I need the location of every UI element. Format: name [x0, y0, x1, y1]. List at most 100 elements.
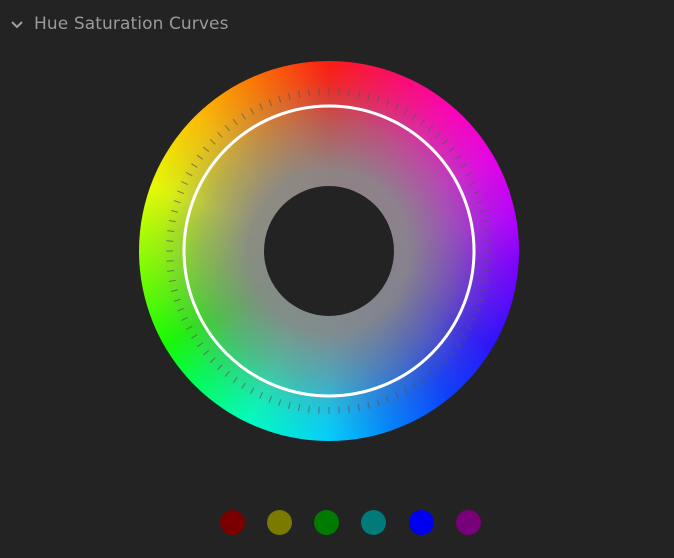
tick-mark: [435, 131, 441, 138]
tick-mark: [357, 90, 361, 98]
tick-mark: [376, 95, 380, 103]
tick-mark: [287, 401, 291, 410]
tick-mark: [308, 89, 310, 97]
tick-mark: [465, 172, 473, 177]
tick-mark: [173, 298, 181, 302]
tick-mark: [412, 113, 417, 120]
tick-mark: [241, 113, 246, 120]
tick-mark: [412, 382, 417, 389]
tick-mark: [469, 181, 477, 186]
tick-mark: [250, 387, 255, 395]
tick-mark: [403, 387, 408, 395]
tick-mark: [403, 107, 408, 115]
tick-mark: [209, 357, 216, 363]
tick-mark: [191, 334, 198, 339]
tick-mark: [232, 376, 238, 384]
swatch-green[interactable]: [314, 510, 339, 535]
tick-mark: [483, 230, 491, 232]
tick-mark: [460, 163, 467, 168]
tick-mark: [482, 279, 490, 283]
tick-mark: [348, 405, 350, 413]
tick-mark: [448, 350, 455, 356]
tick-mark: [479, 289, 488, 293]
hue-saturation-wheel[interactable]: [139, 61, 519, 441]
tick-mark: [385, 395, 390, 403]
tick-mark: [203, 146, 210, 152]
tick-mark: [224, 125, 230, 132]
tick-mark: [170, 209, 179, 213]
tick-mark: [479, 209, 488, 213]
swatch-cyan[interactable]: [361, 510, 386, 535]
tick-mark: [428, 125, 434, 132]
tick-mark: [250, 107, 255, 115]
tick-mark: [217, 364, 223, 371]
tick-mark: [483, 270, 491, 272]
tick-mark: [454, 154, 462, 160]
hue-saturation-curves-panel: Hue Saturation Curves: [0, 0, 674, 558]
tick-mark: [394, 391, 399, 399]
tick-mark: [376, 399, 380, 407]
tick-mark: [454, 342, 462, 348]
tick-mark: [168, 279, 176, 283]
tick-mark: [460, 334, 467, 339]
tick-mark: [278, 399, 282, 407]
tick-mark: [442, 357, 449, 363]
panel-header[interactable]: Hue Saturation Curves: [10, 14, 229, 34]
tick-mark: [259, 103, 264, 111]
tick-mark: [278, 95, 282, 103]
tick-mark: [357, 404, 361, 412]
tick-mark: [428, 370, 434, 377]
tick-mark: [191, 163, 198, 168]
tick-mark: [420, 376, 426, 384]
swatch-yellow[interactable]: [267, 510, 292, 535]
tick-mark: [420, 118, 426, 126]
tick-mark: [185, 325, 193, 330]
tick-mark: [196, 154, 204, 160]
tick-mark: [385, 99, 390, 107]
swatch-magenta[interactable]: [456, 510, 481, 535]
tick-mark: [442, 139, 449, 145]
tick-mark: [435, 364, 441, 371]
tick-mark: [268, 395, 273, 403]
swatch-blue[interactable]: [409, 510, 434, 535]
swatch-red[interactable]: [220, 510, 245, 535]
tick-mark: [473, 190, 481, 195]
tick-mark: [168, 219, 176, 223]
chevron-down-icon[interactable]: [10, 17, 24, 31]
wheel-center-hole: [264, 186, 394, 316]
tick-mark: [297, 404, 301, 412]
tick-mark: [185, 172, 193, 177]
tick-mark: [224, 370, 230, 377]
tick-mark: [259, 391, 264, 399]
tick-mark: [241, 382, 246, 389]
tick-mark: [209, 139, 216, 145]
tick-mark: [367, 401, 371, 410]
tick-mark: [232, 118, 238, 126]
tick-mark: [177, 190, 185, 195]
tick-mark: [477, 298, 485, 302]
tick-mark: [287, 92, 291, 101]
tick-mark: [203, 350, 210, 356]
tick-mark: [217, 131, 223, 138]
tick-mark: [297, 90, 301, 98]
tick-mark: [348, 89, 350, 97]
tick-mark: [181, 181, 189, 186]
tick-mark: [465, 325, 473, 330]
tick-mark: [167, 230, 175, 232]
tick-mark: [196, 342, 204, 348]
tick-mark: [308, 405, 310, 413]
tick-mark: [268, 99, 273, 107]
tick-mark: [482, 219, 490, 223]
tick-mark: [448, 146, 455, 152]
tick-mark: [477, 200, 485, 204]
tick-mark: [181, 316, 189, 321]
tick-mark: [367, 92, 371, 101]
color-swatch-row: [220, 510, 490, 536]
tick-mark: [473, 307, 481, 312]
tick-mark: [173, 200, 181, 204]
panel-title: Hue Saturation Curves: [34, 14, 229, 34]
tick-mark: [469, 316, 477, 321]
tick-mark: [167, 270, 175, 272]
tick-mark: [170, 289, 179, 293]
tick-mark: [394, 103, 399, 111]
